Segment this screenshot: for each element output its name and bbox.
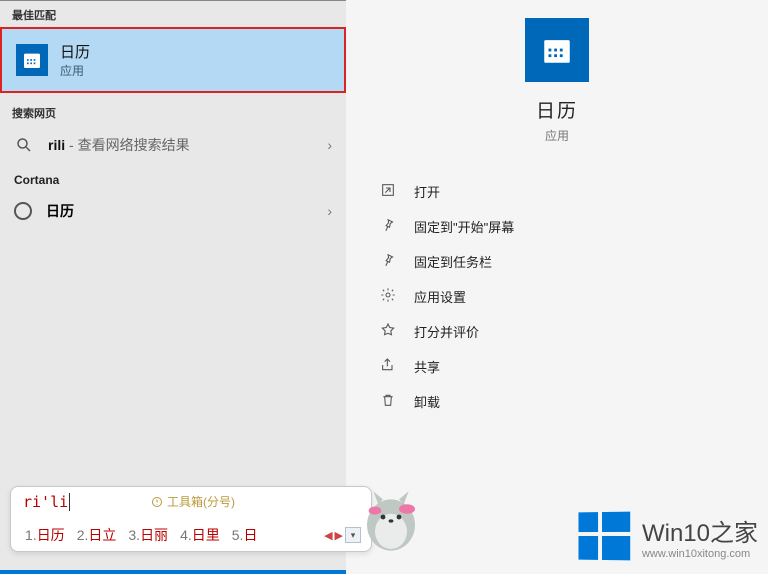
best-match-text: 日历 应用 [60,41,90,79]
action-label: 固定到"开始"屏幕 [414,217,514,236]
ime-candidates: 1.日历 2.日立 3.日丽 4.日里 5.日 [25,525,257,545]
action-list: 打开 固定到"开始"屏幕 固定到任务栏 应用设置 [346,174,768,419]
taskbar-accent [0,570,346,574]
watermark: Win10之家 www.win10xitong.com [578,512,758,560]
calendar-icon [16,44,48,76]
cortana-item[interactable]: 日历 › [0,191,346,231]
action-label: 打开 [414,182,440,201]
action-label: 应用设置 [414,287,466,306]
ime-candidate-5[interactable]: 5.日 [232,525,258,545]
windows-logo-icon [578,512,630,561]
best-match-header: 最佳匹配 [0,1,346,27]
action-uninstall[interactable]: 卸载 [376,384,738,419]
cortana-circle-icon [14,202,32,220]
action-share[interactable]: 共享 [376,349,738,384]
watermark-url: www.win10xitong.com [642,548,758,560]
preview-header: 日历 应用 [346,0,768,164]
best-match-item[interactable]: 日历 应用 [0,27,346,93]
trash-icon [380,392,398,411]
action-pin-taskbar[interactable]: 固定到任务栏 [376,244,738,279]
ime-candidate-1[interactable]: 1.日历 [25,525,65,545]
watermark-text: Win10之家 www.win10xitong.com [642,513,758,560]
search-icon [14,135,34,155]
ime-panel: ri'li 工具箱(分号) 1.日历 2.日立 3.日丽 4.日里 5.日 ◀ … [10,486,372,552]
search-web-item[interactable]: rili - 查看网络搜索结果 › [0,125,346,165]
preview-title: 日历 [346,96,768,123]
share-icon [380,357,398,376]
ime-mascot-icon [351,477,431,557]
cortana-item-label: 日历 [46,201,74,221]
ime-candidate-2[interactable]: 2.日立 [77,525,117,545]
calendar-icon [525,18,589,82]
pin-icon [380,252,398,271]
action-label: 共享 [414,357,440,376]
search-web-label: rili - 查看网络搜索结果 [48,135,190,155]
cortana-header: Cortana [0,165,346,191]
action-open[interactable]: 打开 [376,174,738,209]
watermark-title: Win10之家 [642,513,758,548]
star-icon [380,322,398,341]
gear-icon [380,287,398,306]
action-pin-start[interactable]: 固定到"开始"屏幕 [376,209,738,244]
ime-prev-icon[interactable]: ◀ [324,529,332,542]
chevron-right-icon: › [327,203,332,219]
chevron-right-icon: › [327,137,332,153]
ime-input[interactable]: ri'li [23,493,70,511]
search-web-header: 搜索网页 [0,99,346,125]
open-icon [380,182,398,201]
action-label: 卸载 [414,392,440,411]
ime-toolbox[interactable]: 工具箱(分号) [151,493,235,510]
ime-candidate-3[interactable]: 3.日丽 [128,525,168,545]
action-rate[interactable]: 打分并评价 [376,314,738,349]
ime-next-icon[interactable]: ▶ [335,529,343,542]
best-match-title: 日历 [60,41,90,62]
pin-icon [380,217,398,236]
action-label: 打分并评价 [414,322,479,341]
action-label: 固定到任务栏 [414,252,492,271]
ime-candidate-4[interactable]: 4.日里 [180,525,220,545]
preview-subtitle: 应用 [346,127,768,144]
best-match-subtitle: 应用 [60,62,90,79]
action-app-settings[interactable]: 应用设置 [376,279,738,314]
